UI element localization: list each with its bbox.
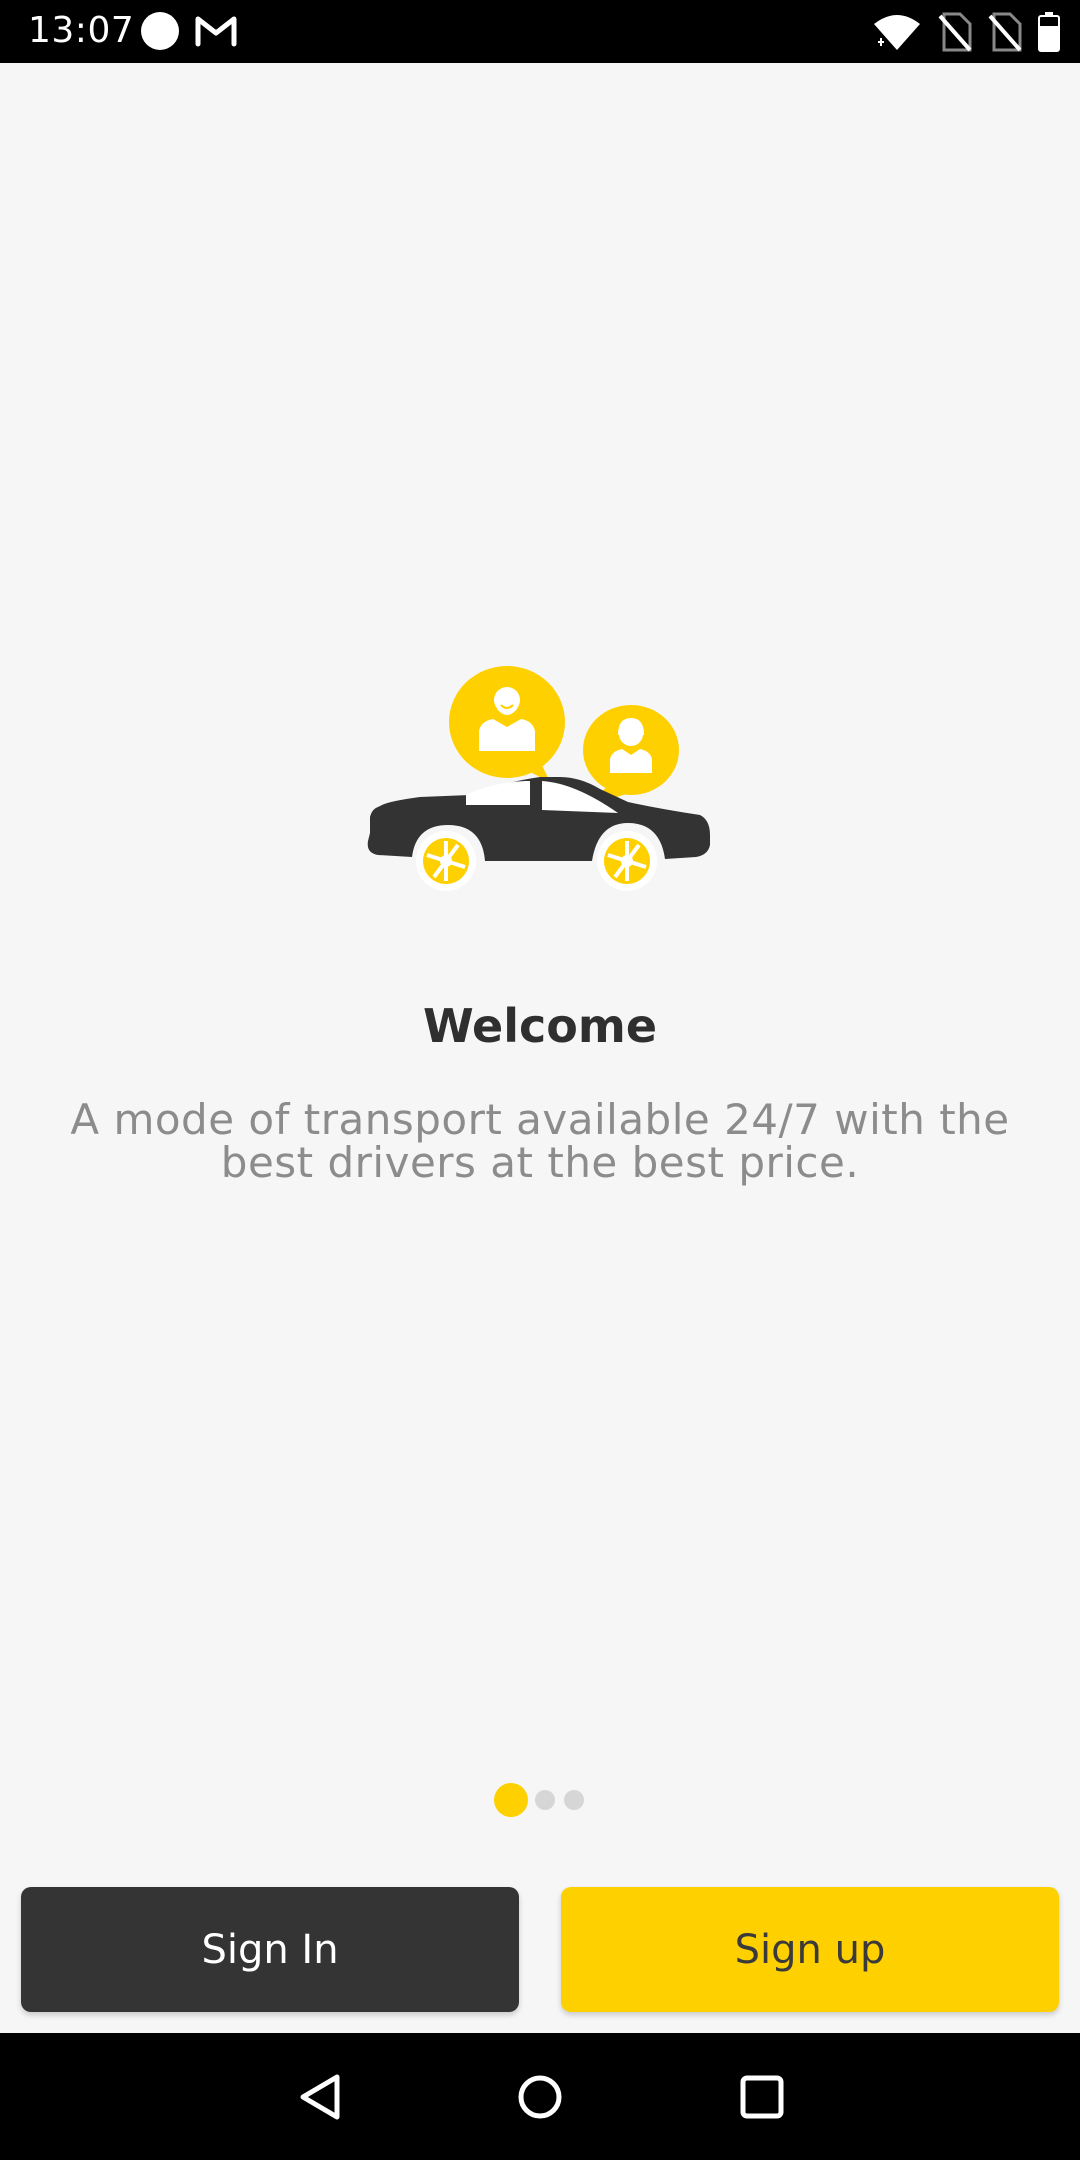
chat-bubble-man-icon — [449, 666, 565, 782]
page-indicator — [0, 1783, 1080, 1817]
navigation-bar — [0, 2033, 1080, 2160]
home-button[interactable] — [498, 2055, 582, 2139]
page-dot[interactable] — [535, 1790, 555, 1810]
page-title: Welcome — [422, 999, 658, 1053]
welcome-description: A mode of transport available 24/7 with … — [70, 1095, 1010, 1187]
wifi-icon — [874, 15, 920, 50]
no-sim-icon — [988, 12, 1022, 52]
status-time: 13:07 — [28, 10, 135, 51]
car-icon — [367, 777, 710, 891]
page-dot-active[interactable] — [494, 1783, 528, 1817]
no-sim-icon — [938, 12, 972, 52]
home-icon — [518, 2075, 562, 2119]
status-bar: 13:07 — [0, 0, 1080, 63]
page-dot[interactable] — [564, 1790, 584, 1810]
battery-icon — [1038, 12, 1060, 52]
recents-icon — [740, 2075, 784, 2119]
back-icon — [300, 2074, 340, 2120]
car-with-chat-bubbles-icon — [367, 666, 710, 891]
circle-notification-icon — [141, 12, 179, 50]
sign-up-button[interactable]: Sign up — [561, 1887, 1059, 2012]
status-icons — [872, 10, 1060, 54]
recents-button[interactable] — [720, 2055, 804, 2139]
back-button[interactable] — [278, 2055, 362, 2139]
gmail-icon — [195, 16, 237, 47]
sign-in-button[interactable]: Sign In — [21, 1887, 519, 2012]
